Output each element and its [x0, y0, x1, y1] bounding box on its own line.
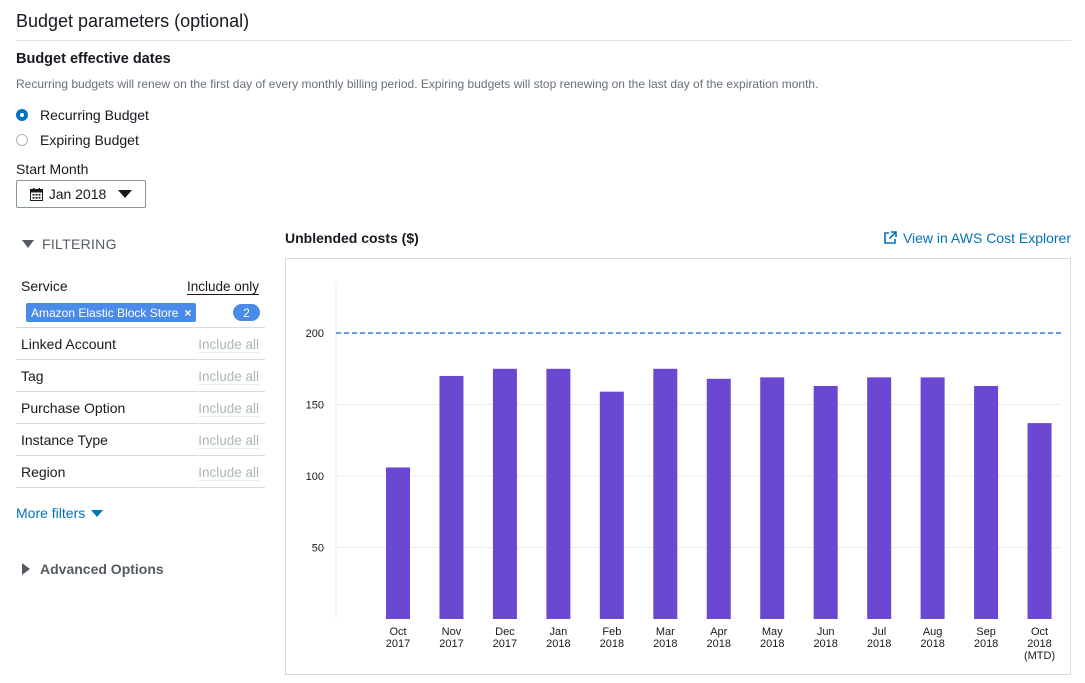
- x-tick-label: Mar: [656, 626, 675, 638]
- x-tick-label: Jun: [817, 626, 835, 638]
- x-tick-label: Feb: [602, 626, 621, 638]
- recurring-budget-label: Recurring Budget: [40, 107, 149, 123]
- x-tick-label: 2018: [760, 638, 784, 650]
- remove-tag-icon[interactable]: ×: [184, 306, 191, 320]
- x-tick-label: Apr: [710, 626, 727, 638]
- x-tick-label: Oct: [389, 626, 406, 638]
- filter-label-service: Service: [21, 278, 68, 294]
- filter-row-linked-account[interactable]: Linked Account Include all: [16, 328, 265, 360]
- bar: [546, 368, 571, 619]
- bar: [760, 377, 785, 619]
- bar: [813, 385, 838, 619]
- filter-table: Service Include only Amazon Elastic Bloc…: [16, 270, 265, 488]
- filter-value[interactable]: Include all: [198, 401, 259, 417]
- x-tick-label: 2018: [1027, 638, 1051, 650]
- filter-label: Linked Account: [21, 336, 116, 352]
- filter-value[interactable]: Include all: [198, 433, 259, 449]
- start-month-value: Jan 2018: [48, 186, 107, 202]
- external-link-icon: [884, 231, 897, 244]
- filter-row-region[interactable]: Region Include all: [16, 456, 265, 488]
- x-tick-label: (MTD): [1024, 650, 1055, 662]
- start-month-picker[interactable]: Jan 2018: [16, 180, 146, 208]
- caret-down-icon: [22, 240, 34, 248]
- filter-value[interactable]: Include all: [198, 337, 259, 353]
- y-tick-label: 100: [306, 471, 324, 483]
- y-tick-label: 50: [312, 543, 324, 555]
- dates-heading: Budget effective dates: [16, 51, 171, 67]
- advanced-options-label: Advanced Options: [40, 561, 164, 577]
- caret-down-icon: [91, 509, 104, 517]
- filtering-toggle[interactable]: FILTERING: [22, 236, 117, 252]
- dates-description: Recurring budgets will renew on the firs…: [16, 77, 819, 91]
- bar: [599, 391, 624, 619]
- x-tick-label: 2018: [920, 638, 944, 650]
- chart-title: Unblended costs ($): [285, 230, 419, 246]
- cost-chart-panel: 50 100 150 200 Oct 2017 Nov 2017 Dec 2017 Jan 2018 F…: [285, 258, 1071, 675]
- filter-row-instance-type[interactable]: Instance Type Include all: [16, 424, 265, 456]
- service-filter-tag: Amazon Elastic Block Store ×: [26, 303, 197, 322]
- cost-bar-chart: 50100150200Oct2017Nov2017Dec2017Jan2018F…: [306, 283, 1061, 662]
- recurring-budget-option[interactable]: Recurring Budget: [16, 107, 149, 123]
- x-tick-label: 2017: [493, 638, 517, 650]
- bar: [974, 385, 999, 619]
- x-tick-label: 2018: [653, 638, 677, 650]
- x-tick-label: 2018: [974, 638, 998, 650]
- bar: [706, 378, 731, 619]
- expiring-budget-option[interactable]: Expiring Budget: [16, 132, 139, 148]
- chevron-down-icon: [118, 190, 133, 198]
- x-tick-label: Oct: [1031, 626, 1048, 638]
- filter-row-tag[interactable]: Tag Include all: [16, 360, 265, 392]
- x-tick-label: Sep: [976, 626, 996, 638]
- service-count-badge: 2: [233, 304, 260, 321]
- more-filters-label: More filters: [16, 505, 86, 521]
- x-tick-label: Dec: [495, 626, 515, 638]
- filter-value[interactable]: Include all: [198, 465, 259, 481]
- x-tick-label: Jul: [872, 626, 886, 638]
- x-tick-label: 2017: [386, 638, 410, 650]
- bar: [1027, 423, 1052, 619]
- x-tick-label: 2018: [600, 638, 624, 650]
- radio-unselected-icon[interactable]: [16, 134, 28, 146]
- bar: [920, 377, 945, 619]
- expiring-budget-label: Expiring Budget: [40, 132, 139, 148]
- y-tick-label: 150: [306, 400, 324, 412]
- start-month-label: Start Month: [16, 161, 89, 177]
- caret-right-icon: [22, 563, 30, 575]
- bar: [386, 467, 410, 619]
- bar: [439, 375, 464, 619]
- bar: [867, 377, 892, 619]
- calendar-icon: [29, 187, 43, 201]
- x-tick-label: May: [762, 626, 783, 638]
- x-tick-label: 2018: [867, 638, 891, 650]
- more-filters-link[interactable]: More filters: [16, 505, 104, 521]
- filter-value[interactable]: Include all: [198, 369, 259, 385]
- filter-row-purchase-option[interactable]: Purchase Option Include all: [16, 392, 265, 424]
- title-divider: [16, 40, 1071, 41]
- page-title: Budget parameters (optional): [16, 11, 250, 31]
- bar: [653, 368, 678, 619]
- x-tick-label: 2018: [813, 638, 837, 650]
- x-tick-label: Aug: [923, 626, 943, 638]
- service-tag-label: Amazon Elastic Block Store: [31, 305, 179, 320]
- filter-label: Purchase Option: [21, 400, 126, 416]
- x-tick-label: 2018: [707, 638, 731, 650]
- x-tick-label: Nov: [442, 626, 462, 638]
- service-include-mode[interactable]: Include only: [186, 279, 259, 295]
- advanced-options-toggle[interactable]: Advanced Options: [22, 561, 164, 577]
- filter-label: Instance Type: [21, 432, 108, 448]
- filter-row-service[interactable]: Service Include only Amazon Elastic Bloc…: [16, 270, 265, 328]
- x-tick-label: 2017: [439, 638, 463, 650]
- filter-label: Region: [21, 464, 66, 480]
- x-tick-label: 2018: [546, 638, 570, 650]
- filter-label: Tag: [21, 368, 44, 384]
- x-tick-label: Jan: [550, 626, 568, 638]
- filtering-heading: FILTERING: [42, 236, 117, 252]
- cost-explorer-link[interactable]: View in AWS Cost Explorer: [883, 230, 1071, 246]
- y-tick-label: 200: [306, 328, 324, 340]
- cost-explorer-label: View in AWS Cost Explorer: [902, 230, 1071, 246]
- radio-selected-icon[interactable]: [16, 109, 28, 121]
- bar: [492, 368, 517, 619]
